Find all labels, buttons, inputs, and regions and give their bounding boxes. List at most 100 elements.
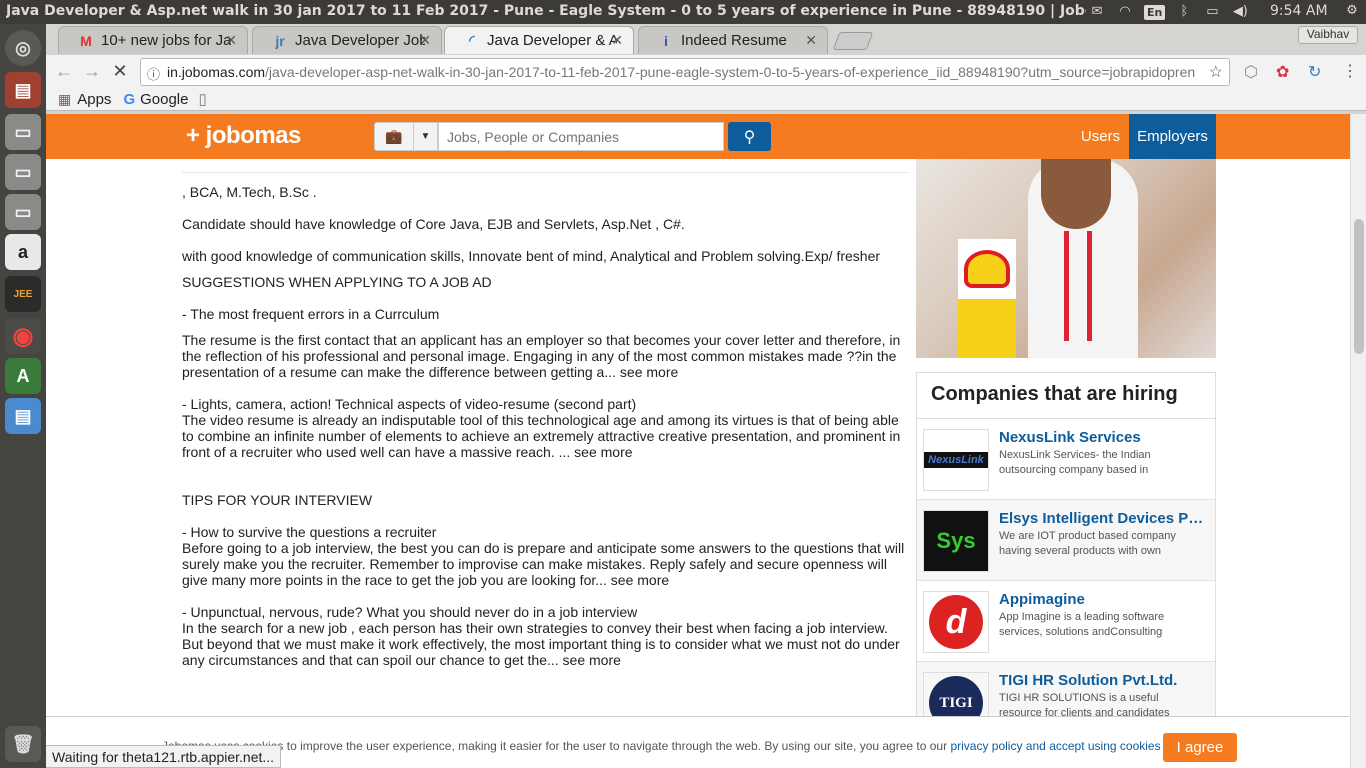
tab-label: Java Developer Jobs: [295, 32, 425, 49]
nav-users[interactable]: Users: [1072, 114, 1129, 159]
scrollbar-thumb[interactable]: [1354, 219, 1364, 354]
company-description: App Imagine is a leading software servic…: [999, 611, 1165, 638]
drive-icon[interactable]: ▭: [5, 114, 41, 150]
jr-icon: jr: [275, 32, 285, 49]
tab-java-jobs[interactable]: jr Java Developer Jobs ✕: [252, 26, 442, 54]
search-button[interactable]: ⚲: [728, 122, 771, 151]
drive-icon[interactable]: ▭: [5, 194, 41, 230]
section-body: In the search for a new job , each perso…: [182, 620, 900, 668]
chrome-icon[interactable]: ◉: [5, 318, 41, 354]
tab-label: Indeed Resume: [681, 32, 787, 49]
cookie-text-accept: accept using cookies: [1049, 739, 1161, 753]
text-requirements: with good knowledge of communication ski…: [182, 248, 881, 264]
gmail-icon: M: [80, 32, 92, 49]
clock[interactable]: 9:54 AM: [1270, 3, 1328, 19]
toolbar: ← → ✕ ⓘ in.jobomas.com/java-developer-as…: [46, 55, 1366, 111]
address-bar[interactable]: ⓘ in.jobomas.com/java-developer-asp-net-…: [140, 58, 1230, 86]
company-card[interactable]: Sys Elsys Intelligent Devices Pvt Ltd We…: [917, 500, 1215, 581]
text-qualifications: , BCA, M.Tech, B.Sc .: [182, 184, 317, 200]
dash-icon[interactable]: ◎: [5, 30, 41, 66]
tab-gmail[interactable]: M 10+ new jobs for Java Developer ✕: [58, 26, 248, 54]
bookmark-star-icon[interactable]: ☆: [1208, 62, 1223, 82]
section-title: - Unpunctual, nervous, rude? What you sh…: [182, 604, 638, 620]
window-title: Java Developer & Asp.net walk in 30 jan …: [6, 3, 1086, 19]
software-updater-icon[interactable]: A: [5, 358, 41, 394]
keyboard-language[interactable]: En: [1144, 4, 1166, 20]
menu-icon[interactable]: ⋮: [1342, 61, 1358, 81]
loading-icon: ◜: [469, 32, 475, 48]
agree-button[interactable]: I agree: [1163, 733, 1237, 762]
color-extension-icon[interactable]: ✿: [1276, 62, 1289, 82]
os-top-bar: Java Developer & Asp.net walk in 30 jan …: [0, 0, 1366, 24]
system-tray: ✉ ◠ En ᛒ ▭ ◀): [1088, 2, 1249, 22]
close-icon[interactable]: ✕: [611, 32, 623, 49]
company-name[interactable]: NexusLink Services: [999, 429, 1204, 446]
tab-indeed[interactable]: i Indeed Resume ✕: [638, 26, 828, 54]
web-page: + jobomas 💼 ▼ ⚲ Users Employers , BCA, M…: [46, 114, 1366, 768]
app-launcher: ◎ ▤ ▭ ▭ ▭ a JEE ◉ A ▤ 🗑: [0, 24, 46, 768]
close-icon[interactable]: ✕: [805, 32, 817, 49]
company-logo: Sys: [923, 510, 989, 572]
company-card[interactable]: NexusLink NexusLink Services NexusLink S…: [917, 419, 1215, 500]
extension-icon[interactable]: ⬡: [1244, 62, 1258, 82]
profile-button[interactable]: Vaibhav: [1298, 26, 1358, 44]
info-icon[interactable]: ⓘ: [147, 64, 160, 83]
company-name[interactable]: Elsys Intelligent Devices Pvt Ltd: [999, 510, 1204, 527]
privacy-policy-link[interactable]: privacy policy and: [950, 739, 1045, 753]
nav-employers[interactable]: Employers: [1129, 114, 1216, 159]
company-name[interactable]: Appimagine: [999, 591, 1204, 608]
advertisement-image[interactable]: [916, 159, 1216, 358]
new-tab-button[interactable]: [832, 32, 874, 50]
company-logo: d: [923, 591, 989, 653]
company-description: We are IOT product based company having …: [999, 530, 1176, 557]
apps-icon[interactable]: ▦: [58, 91, 71, 108]
section-body: The video resume is already an indisputa…: [182, 412, 901, 460]
jobomas-logo[interactable]: + jobomas: [186, 122, 301, 150]
bookmarks-bar: ▦ Apps G Google ▯: [46, 88, 207, 110]
company-name[interactable]: TIGI HR Solution Pvt.Ltd.: [999, 672, 1204, 689]
shell-logo-icon: [958, 239, 1016, 358]
company-logo: NexusLink: [923, 429, 989, 491]
company-card[interactable]: d Appimagine App Imagine is a leading so…: [917, 581, 1215, 662]
bookmark-google[interactable]: Google: [140, 91, 188, 108]
tab-label: 10+ new jobs for Java Developer: [101, 32, 231, 49]
search-icon: ⚲: [743, 128, 756, 146]
browser-chrome: M 10+ new jobs for Java Developer ✕ jr J…: [46, 24, 1366, 114]
bluetooth-icon[interactable]: ᛒ: [1175, 4, 1193, 20]
section-title: - How to survive the questions a recruit…: [182, 524, 437, 540]
file-cabinet-icon[interactable]: ▤: [5, 72, 41, 108]
volume-icon[interactable]: ◀): [1231, 4, 1249, 20]
page-icon[interactable]: ▯: [198, 90, 206, 108]
google-icon: G: [123, 90, 136, 108]
back-arrow-icon[interactable]: ←: [52, 61, 76, 85]
scrollbar[interactable]: [1350, 114, 1366, 768]
status-bubble: Waiting for theta121.rtb.appier.net...: [46, 745, 282, 768]
close-icon[interactable]: ✕: [419, 32, 431, 49]
mail-icon[interactable]: ✉: [1088, 4, 1106, 20]
settings-gear-icon[interactable]: ⚙: [1343, 3, 1361, 19]
companies-hiring-panel: Companies that are hiring NexusLink Nexu…: [916, 372, 1216, 768]
amazon-icon[interactable]: a: [5, 234, 41, 270]
section-body: The resume is the first contact that an …: [182, 332, 901, 380]
text-editor-icon[interactable]: ▤: [5, 398, 41, 434]
stop-icon[interactable]: ✕: [108, 61, 132, 85]
wifi-icon[interactable]: ◠: [1116, 4, 1134, 20]
forward-arrow-icon[interactable]: →: [80, 61, 104, 85]
trash-icon[interactable]: 🗑: [5, 726, 41, 762]
drive-icon[interactable]: ▭: [5, 154, 41, 190]
cookie-text: Jobomas uses cookies to improve the user…: [162, 739, 1161, 753]
search-input[interactable]: [438, 122, 724, 151]
battery-icon[interactable]: ▭: [1203, 4, 1221, 20]
close-icon[interactable]: ✕: [225, 32, 237, 49]
tab-label: Java Developer & Asp.net: [487, 32, 617, 49]
company-description: NexusLink Services- the Indian outsourci…: [999, 449, 1151, 476]
eclipse-icon[interactable]: JEE: [5, 276, 41, 312]
section-title: - The most frequent errors in a Currculu…: [182, 306, 440, 322]
briefcase-icon[interactable]: 💼: [374, 122, 414, 151]
bookmark-apps[interactable]: Apps: [77, 91, 111, 108]
chevron-down-icon[interactable]: ▼: [414, 122, 438, 151]
sync-extension-icon[interactable]: ↻: [1308, 62, 1321, 82]
tab-active-job[interactable]: ◜ Java Developer & Asp.net ✕: [444, 26, 634, 54]
divider: [182, 172, 909, 173]
person-head: [1041, 159, 1111, 229]
